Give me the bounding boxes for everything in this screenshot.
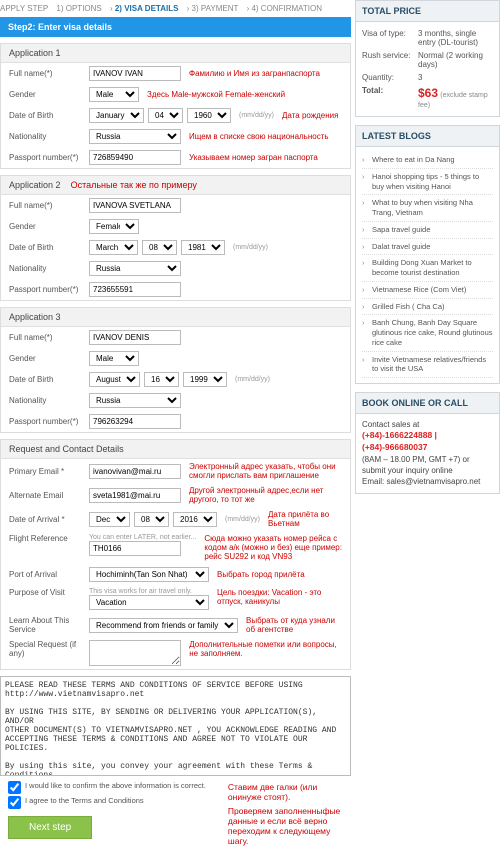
blog-item[interactable]: Where to eat in Da Nang bbox=[362, 152, 493, 169]
terms-text: PLEASE READ THESE TERMS AND CONDITIONS O… bbox=[5, 681, 346, 776]
section-header: Request and Contact Details bbox=[1, 440, 350, 459]
arrival-day-select[interactable]: 08 bbox=[134, 512, 169, 527]
alt-email-input[interactable] bbox=[89, 488, 181, 503]
annotation: Здесь Male-мужской Female-женский bbox=[147, 90, 285, 99]
agree-checkbox[interactable] bbox=[8, 796, 21, 809]
dob-month-select[interactable]: August bbox=[89, 372, 140, 387]
flight-input[interactable] bbox=[89, 541, 181, 556]
label-nationality: Nationality bbox=[9, 132, 85, 141]
application-3: Application 3 Full name(*) GenderMale Da… bbox=[0, 307, 351, 433]
passport-input[interactable] bbox=[89, 282, 181, 297]
dob-month-select[interactable]: January bbox=[89, 108, 144, 123]
primary-email-input[interactable] bbox=[89, 464, 181, 479]
book-online-box: BOOK ONLINE OR CALL Contact sales at (+8… bbox=[355, 392, 500, 494]
arrival-year-select[interactable]: 2016 bbox=[173, 512, 217, 527]
annotation: Ставим две галки (или онинуже стоят). bbox=[220, 780, 351, 804]
learn-select[interactable]: Recommend from friends or family bbox=[89, 618, 238, 633]
label-passport: Passport number(*) bbox=[9, 153, 85, 162]
dob-day-select[interactable]: 08 bbox=[142, 240, 177, 255]
nationality-select[interactable]: Russia bbox=[89, 129, 181, 144]
passport-input[interactable] bbox=[89, 150, 181, 165]
next-step-button[interactable]: Next step bbox=[8, 816, 92, 839]
contact-phones: (+84)-1666224888 | (+84)-966680037 bbox=[362, 430, 493, 454]
gender-select[interactable]: Male bbox=[89, 87, 139, 102]
passport-input[interactable] bbox=[89, 414, 181, 429]
nationality-select[interactable]: Russia bbox=[89, 393, 181, 408]
step-indicator: APPLY STEP 1) OPTIONS › 2) VISA DETAILS … bbox=[0, 0, 351, 17]
fullname-input[interactable] bbox=[89, 330, 181, 345]
application-1: Application 1 Full name(*) Фамилию и Имя… bbox=[0, 43, 351, 169]
blog-item[interactable]: Vietnamese Rice (Com Viet) bbox=[362, 282, 493, 299]
blog-item[interactable]: Sapa travel guide bbox=[362, 222, 493, 239]
latest-blogs-box: LATEST BLOGS Where to eat in Da NangHano… bbox=[355, 125, 500, 384]
dob-day-select[interactable]: 04 bbox=[148, 108, 183, 123]
section-header: Application 1 bbox=[1, 44, 350, 63]
annotation: Фамилию и Имя из загранпаспорта bbox=[189, 69, 320, 78]
purpose-select[interactable]: Vacation bbox=[89, 595, 209, 610]
fullname-input[interactable] bbox=[89, 66, 181, 81]
label-dob: Date of Birth bbox=[9, 111, 85, 120]
dob-year-select[interactable]: 1960 bbox=[187, 108, 231, 123]
section-header: Application 2 Остальные так же по пример… bbox=[1, 176, 350, 195]
total-price-box: TOTAL PRICE Visa of type:3 months, singl… bbox=[355, 0, 500, 117]
gender-select[interactable]: Female bbox=[89, 219, 139, 234]
annotation: Дата рождения bbox=[282, 111, 338, 120]
section-header: Application 3 bbox=[1, 308, 350, 327]
fullname-input[interactable] bbox=[89, 198, 181, 213]
dob-year-select[interactable]: 1981 bbox=[181, 240, 225, 255]
label-gender: Gender bbox=[9, 90, 85, 99]
port-select[interactable]: Hochiminh(Tan Son Nhat) bbox=[89, 567, 209, 582]
nationality-select[interactable]: Russia bbox=[89, 261, 181, 276]
label-fullname: Full name(*) bbox=[9, 69, 85, 78]
annotation: Указываем номер загран паспорта bbox=[189, 153, 318, 162]
dob-month-select[interactable]: March bbox=[89, 240, 138, 255]
dob-year-select[interactable]: 1999 bbox=[183, 372, 227, 387]
terms-box[interactable]: PLEASE READ THESE TERMS AND CONDITIONS O… bbox=[0, 676, 351, 776]
application-2: Application 2 Остальные так же по пример… bbox=[0, 175, 351, 301]
step-title: Step2: Enter visa details bbox=[0, 17, 351, 37]
blog-item[interactable]: Dalat travel guide bbox=[362, 239, 493, 256]
confirm-checkbox[interactable] bbox=[8, 781, 21, 794]
blog-item[interactable]: Building Dong Xuan Market to become tour… bbox=[362, 255, 493, 282]
blog-item[interactable]: Invite Vietnamese relatives/friends to v… bbox=[362, 352, 493, 379]
blog-item[interactable]: Hanoi shopping tips - 5 things to buy wh… bbox=[362, 169, 493, 196]
blog-item[interactable]: What to buy when visiting Nha Trang, Vie… bbox=[362, 195, 493, 222]
annotation: Проверяем заполненныфые данные и если вс… bbox=[220, 804, 351, 848]
arrival-month-select[interactable]: Dec bbox=[89, 512, 130, 527]
total-price: $63 bbox=[418, 86, 438, 100]
special-request-input[interactable] bbox=[89, 640, 181, 666]
dob-day-select[interactable]: 16 bbox=[144, 372, 179, 387]
blog-item[interactable]: Grilled Fish ( Cha Ca) bbox=[362, 299, 493, 316]
blog-item[interactable]: Banh Chung, Banh Day Square glutinous ri… bbox=[362, 315, 493, 351]
annotation: Ищем в списке свою национальность bbox=[189, 132, 329, 141]
request-contact: Request and Contact Details Primary Emai… bbox=[0, 439, 351, 670]
gender-select[interactable]: Male bbox=[89, 351, 139, 366]
